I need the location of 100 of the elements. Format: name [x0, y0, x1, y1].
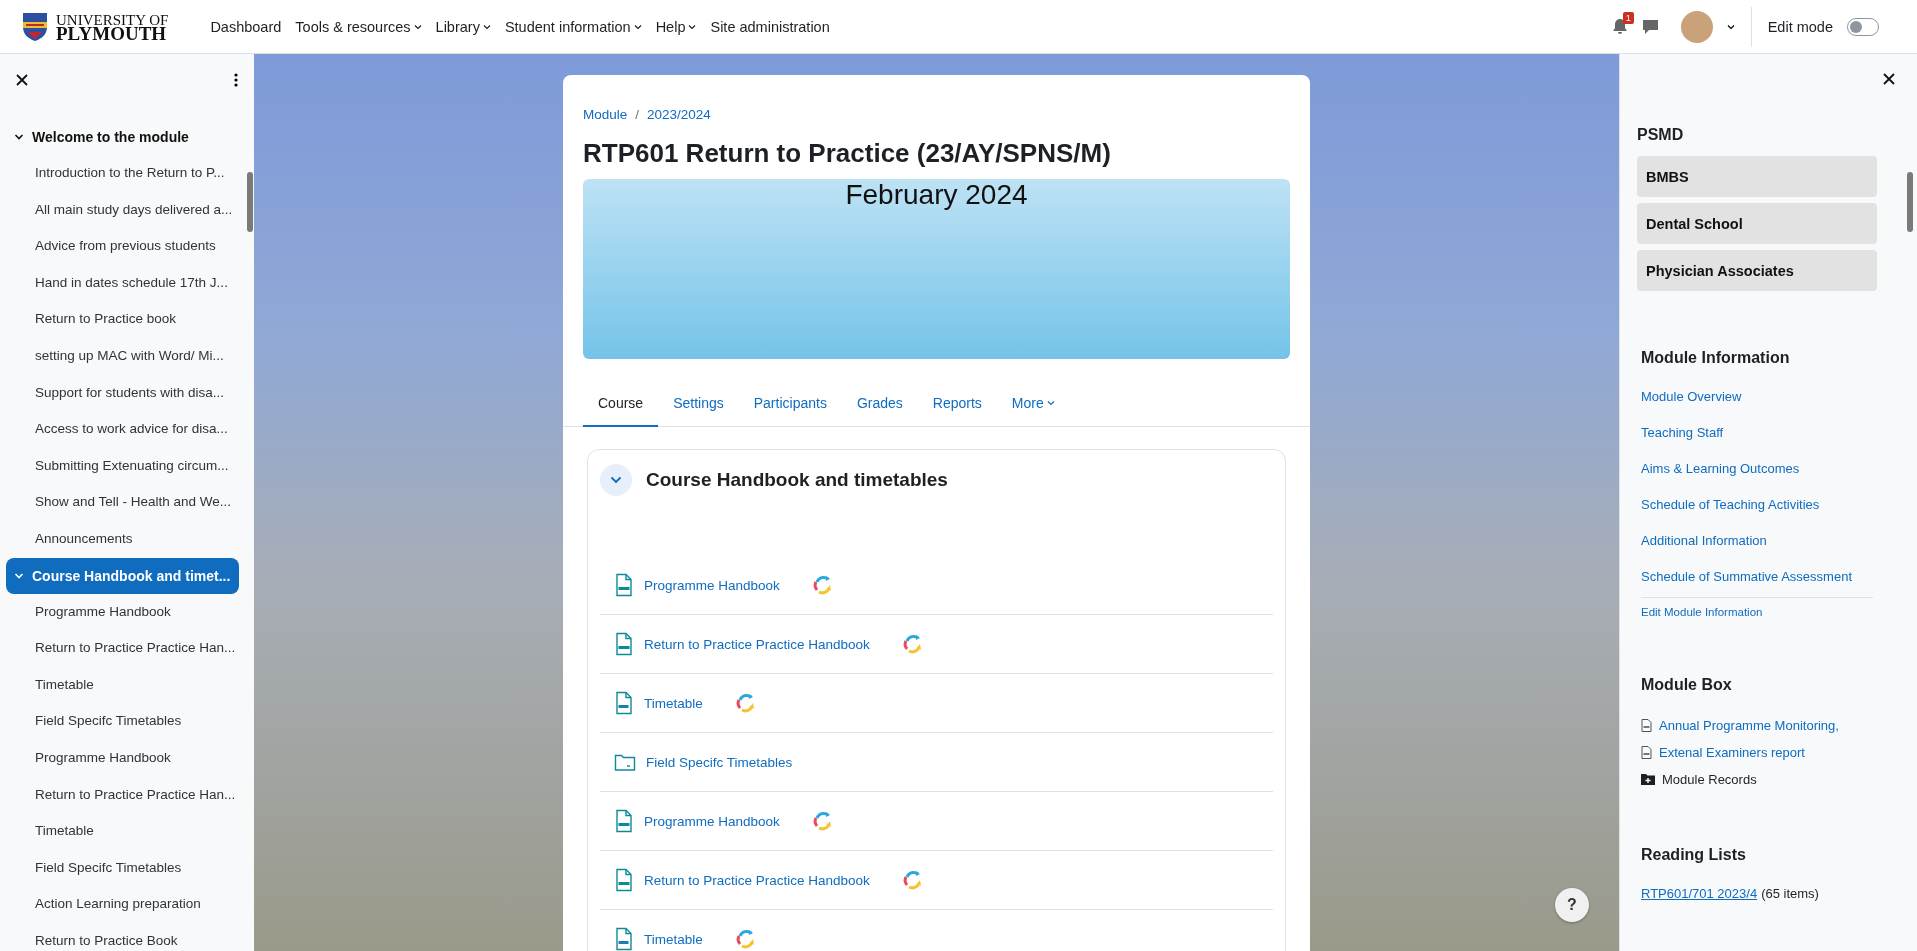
activity-link[interactable]: Support for students with disa...: [6, 374, 254, 412]
module-info-link[interactable]: Schedule of Summative Assessment: [1641, 569, 1895, 584]
activity-link[interactable]: Programme Handbook: [6, 739, 254, 777]
activity-link[interactable]: Timetable: [644, 695, 703, 711]
activity-link[interactable]: Return to Practice Practice Handbook: [644, 872, 870, 888]
sync-icon: [901, 869, 924, 891]
file-icon: [614, 927, 634, 951]
document-link[interactable]: Extenal Examiners report: [1659, 744, 1805, 760]
collapse-button[interactable]: [600, 464, 632, 496]
module-info-link[interactable]: Teaching Staff: [1641, 425, 1895, 440]
help-button[interactable]: ?: [1555, 888, 1589, 922]
kebab-menu-icon[interactable]: [232, 71, 240, 89]
edit-mode-label: Edit mode: [1767, 18, 1833, 35]
sync-icon: [734, 928, 757, 950]
activity-link[interactable]: Programme Handbook: [644, 577, 780, 593]
file-icon: [614, 868, 634, 892]
module-info-link[interactable]: Module Overview: [1641, 389, 1895, 404]
activity-link[interactable]: Return to Practice Practice Handbook: [644, 636, 870, 652]
activity-link[interactable]: Return to Practice book: [6, 301, 254, 338]
block-heading: Module Box: [1641, 676, 1733, 694]
scrollbar-thumb[interactable]: [247, 172, 253, 232]
breadcrumb-separator: /: [635, 107, 640, 122]
university-logo-text: UNIVERSITY OF PLYMOUTH: [56, 12, 169, 41]
course-tab[interactable]: Grades: [841, 381, 918, 427]
course-title: RTP601 Return to Practice (23/AY/SPNS/M): [583, 138, 1112, 169]
chevron-icon: [14, 571, 24, 580]
sync-icon: [811, 810, 834, 832]
bell-icon[interactable]: [1611, 18, 1628, 35]
folder-label[interactable]: Module Records: [1662, 771, 1757, 787]
activity-link[interactable]: Programme Handbook: [644, 813, 780, 829]
school-button[interactable]: BMBS: [1637, 156, 1877, 197]
activity-link[interactable]: Return to Practice Practice Han...: [6, 630, 254, 667]
activity-link[interactable]: setting up MAC with Word/ Mi...: [6, 337, 254, 375]
block-heading: PSMD: [1637, 126, 1685, 144]
activity-link[interactable]: Programme Handbook: [6, 593, 254, 631]
activity-link[interactable]: Return to Practice Book: [6, 922, 254, 951]
nav-link[interactable]: Dashboard: [210, 18, 282, 35]
module-info-link[interactable]: Schedule of Teaching Activities: [1641, 497, 1895, 512]
activity-link[interactable]: Field Specifc Timetables: [646, 754, 793, 770]
activity-link[interactable]: Timetable: [6, 666, 254, 704]
caret-icon: [1726, 23, 1735, 30]
course-tab[interactable]: More: [996, 381, 1070, 427]
activity-link[interactable]: Submitting Extenuating circum...: [6, 447, 254, 485]
nav-link[interactable]: Student information: [504, 18, 642, 35]
close-icon[interactable]: [1881, 71, 1897, 87]
banner-text: February 2024: [845, 179, 1028, 212]
caret-icon: [413, 23, 422, 30]
activity-link[interactable]: All main study days delivered a...: [6, 191, 254, 229]
breadcrumb-link[interactable]: Module: [583, 107, 628, 122]
school-button[interactable]: Dental School: [1637, 203, 1877, 244]
activity-link[interactable]: Access to work advice for disa...: [6, 411, 254, 448]
folder-icon: [614, 752, 636, 772]
activity-link[interactable]: Return to Practice Practice Han...: [6, 776, 254, 814]
file-icon: [614, 691, 634, 715]
activity-link[interactable]: Advice from previous students: [6, 228, 254, 265]
chat-icon[interactable]: [1641, 18, 1659, 35]
item-count: (65 items): [1761, 886, 1819, 901]
document-link[interactable]: Annual Programme Monitoring,: [1659, 717, 1839, 733]
nav-link[interactable]: Help: [655, 18, 697, 35]
course-tab[interactable]: Participants: [738, 381, 842, 427]
file-icon: [614, 809, 634, 833]
activity-link[interactable]: Timetable: [6, 813, 254, 850]
nav-link[interactable]: Library: [435, 18, 491, 35]
activity-link[interactable]: Show and Tell - Health and We...: [6, 484, 254, 521]
course-tab[interactable]: Reports: [917, 381, 997, 427]
activity-link[interactable]: Announcements: [6, 520, 254, 558]
activity-link[interactable]: Field Specifc Timetables: [6, 703, 254, 740]
close-icon[interactable]: [14, 72, 30, 88]
caret-icon: [688, 23, 697, 30]
sync-icon: [901, 633, 924, 655]
activity-link[interactable]: Field Specifc Timetables: [6, 849, 254, 887]
scrollbar-thumb[interactable]: [1907, 172, 1913, 232]
document-icon: [1641, 718, 1652, 732]
sync-icon: [811, 574, 834, 596]
activity-link[interactable]: Action Learning preparation: [6, 886, 254, 923]
chevron-icon: [610, 476, 622, 484]
crest-icon: [22, 11, 48, 42]
edit-link[interactable]: Edit Module Information: [1641, 606, 1895, 618]
school-button[interactable]: Physician Associates: [1637, 250, 1877, 291]
breadcrumb-link[interactable]: 2023/2024: [647, 107, 711, 122]
reading-list-link[interactable]: RTP601/701 2023/4: [1641, 886, 1758, 901]
block-heading: Module Information: [1641, 349, 1791, 367]
caret-icon: [482, 23, 491, 30]
activity-link[interactable]: Timetable: [644, 931, 703, 947]
folder-plus-icon: [1641, 773, 1655, 785]
course-tab[interactable]: Course: [583, 381, 659, 427]
section-link[interactable]: Course Handbook and timet...: [6, 557, 239, 594]
section-link[interactable]: Welcome to the module: [6, 119, 239, 155]
module-info-link[interactable]: Additional Information: [1641, 533, 1895, 548]
course-tab[interactable]: Settings: [658, 381, 739, 427]
edit-mode-toggle[interactable]: [1847, 17, 1879, 36]
section-title: Course Handbook and timetables: [646, 469, 948, 491]
nav-link[interactable]: Tools & resources: [295, 18, 422, 35]
activity-link[interactable]: Hand in dates schedule 17th J...: [6, 264, 254, 302]
chevron-icon: [14, 133, 24, 141]
notification-count: 1: [1622, 12, 1634, 24]
nav-link[interactable]: Site administration: [710, 18, 830, 35]
block-heading: Reading Lists: [1641, 846, 1747, 864]
module-info-link[interactable]: Aims & Learning Outcomes: [1641, 461, 1895, 476]
activity-link[interactable]: Introduction to the Return to P...: [6, 155, 254, 192]
